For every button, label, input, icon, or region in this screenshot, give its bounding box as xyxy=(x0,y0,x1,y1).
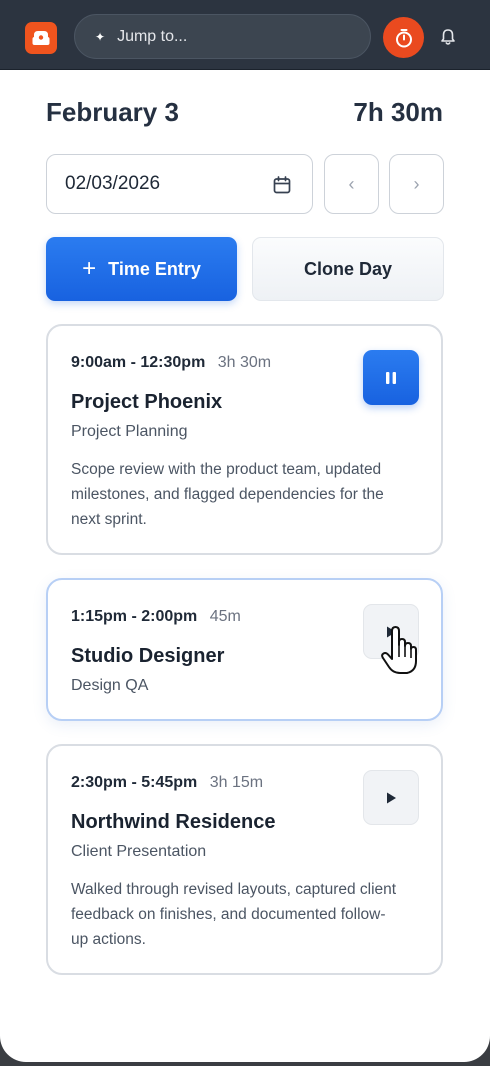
entry-description: Walked through revised layouts, captured… xyxy=(71,881,397,948)
entry-time-range: 2:30pm - 5:45pm xyxy=(71,774,198,791)
time-entry-card[interactable]: 9:00am - 12:30pm 3h 30m Project Phoenix … xyxy=(46,324,443,555)
pause-timer-button[interactable] xyxy=(363,350,419,405)
chevron-left-icon: ‹ xyxy=(348,173,355,194)
entry-project: Project Phoenix xyxy=(71,391,223,413)
entry-time-row: 2:30pm - 5:45pm 3h 15m xyxy=(71,774,263,792)
entry-duration: 3h 30m xyxy=(217,354,272,371)
add-time-entry-button[interactable]: + Time Entry xyxy=(46,237,237,301)
date-field[interactable]: 02/03/2026 xyxy=(46,154,313,214)
entry-project: Northwind Residence xyxy=(71,811,276,833)
calendar-icon[interactable] xyxy=(272,175,292,195)
entry-task: Client Presentation xyxy=(71,843,207,860)
chevron-right-icon: › xyxy=(413,173,420,194)
clone-day-label: Clone Day xyxy=(303,258,393,279)
entry-time-range: 9:00am - 12:30pm xyxy=(71,354,206,371)
entry-duration: 45m xyxy=(209,608,241,625)
pause-icon xyxy=(386,371,396,384)
start-timer-button[interactable] xyxy=(363,604,419,659)
bell-icon[interactable] xyxy=(437,26,459,48)
entry-description: Scope review with the product team, upda… xyxy=(71,461,384,528)
entry-time-range: 1:15pm - 2:00pm xyxy=(71,608,198,625)
time-entry-card[interactable]: 2:30pm - 5:45pm 3h 15m Northwind Residen… xyxy=(46,744,443,975)
day-total: 7h 30m xyxy=(353,97,443,127)
add-time-entry-label: Time Entry xyxy=(108,258,201,279)
entry-time-row: 9:00am - 12:30pm 3h 30m xyxy=(71,354,271,372)
jump-to-search[interactable]: ✦ Jump to... xyxy=(74,14,371,59)
sparkle-icon: ✦ xyxy=(95,29,106,44)
entry-duration: 3h 15m xyxy=(209,774,264,791)
app-window: ✦ Jump to... February 3 7h 30m 02/03/202… xyxy=(0,0,490,1062)
date-value: 02/03/2026 xyxy=(65,173,161,194)
page-title: February 3 xyxy=(46,97,179,127)
stopwatch-icon xyxy=(395,28,412,47)
play-icon xyxy=(387,792,396,803)
entry-task: Design QA xyxy=(71,677,149,694)
plus-icon: + xyxy=(82,255,97,282)
previous-day-button[interactable]: ‹ xyxy=(324,154,379,214)
start-timer-button[interactable] xyxy=(363,770,419,825)
app-logo-icon[interactable] xyxy=(25,22,57,54)
entry-project: Studio Designer xyxy=(71,645,225,667)
next-day-button[interactable]: › xyxy=(389,154,444,214)
entry-time-row: 1:15pm - 2:00pm 45m xyxy=(71,608,241,626)
time-entry-card[interactable]: 1:15pm - 2:00pm 45m Studio Designer Desi… xyxy=(46,578,443,721)
entry-task: Project Planning xyxy=(71,423,188,440)
clone-day-button[interactable]: Clone Day xyxy=(252,237,444,301)
search-placeholder: Jump to... xyxy=(117,27,188,45)
top-bar: ✦ Jump to... xyxy=(0,0,490,70)
play-icon xyxy=(387,626,396,637)
timer-button[interactable] xyxy=(383,17,424,58)
